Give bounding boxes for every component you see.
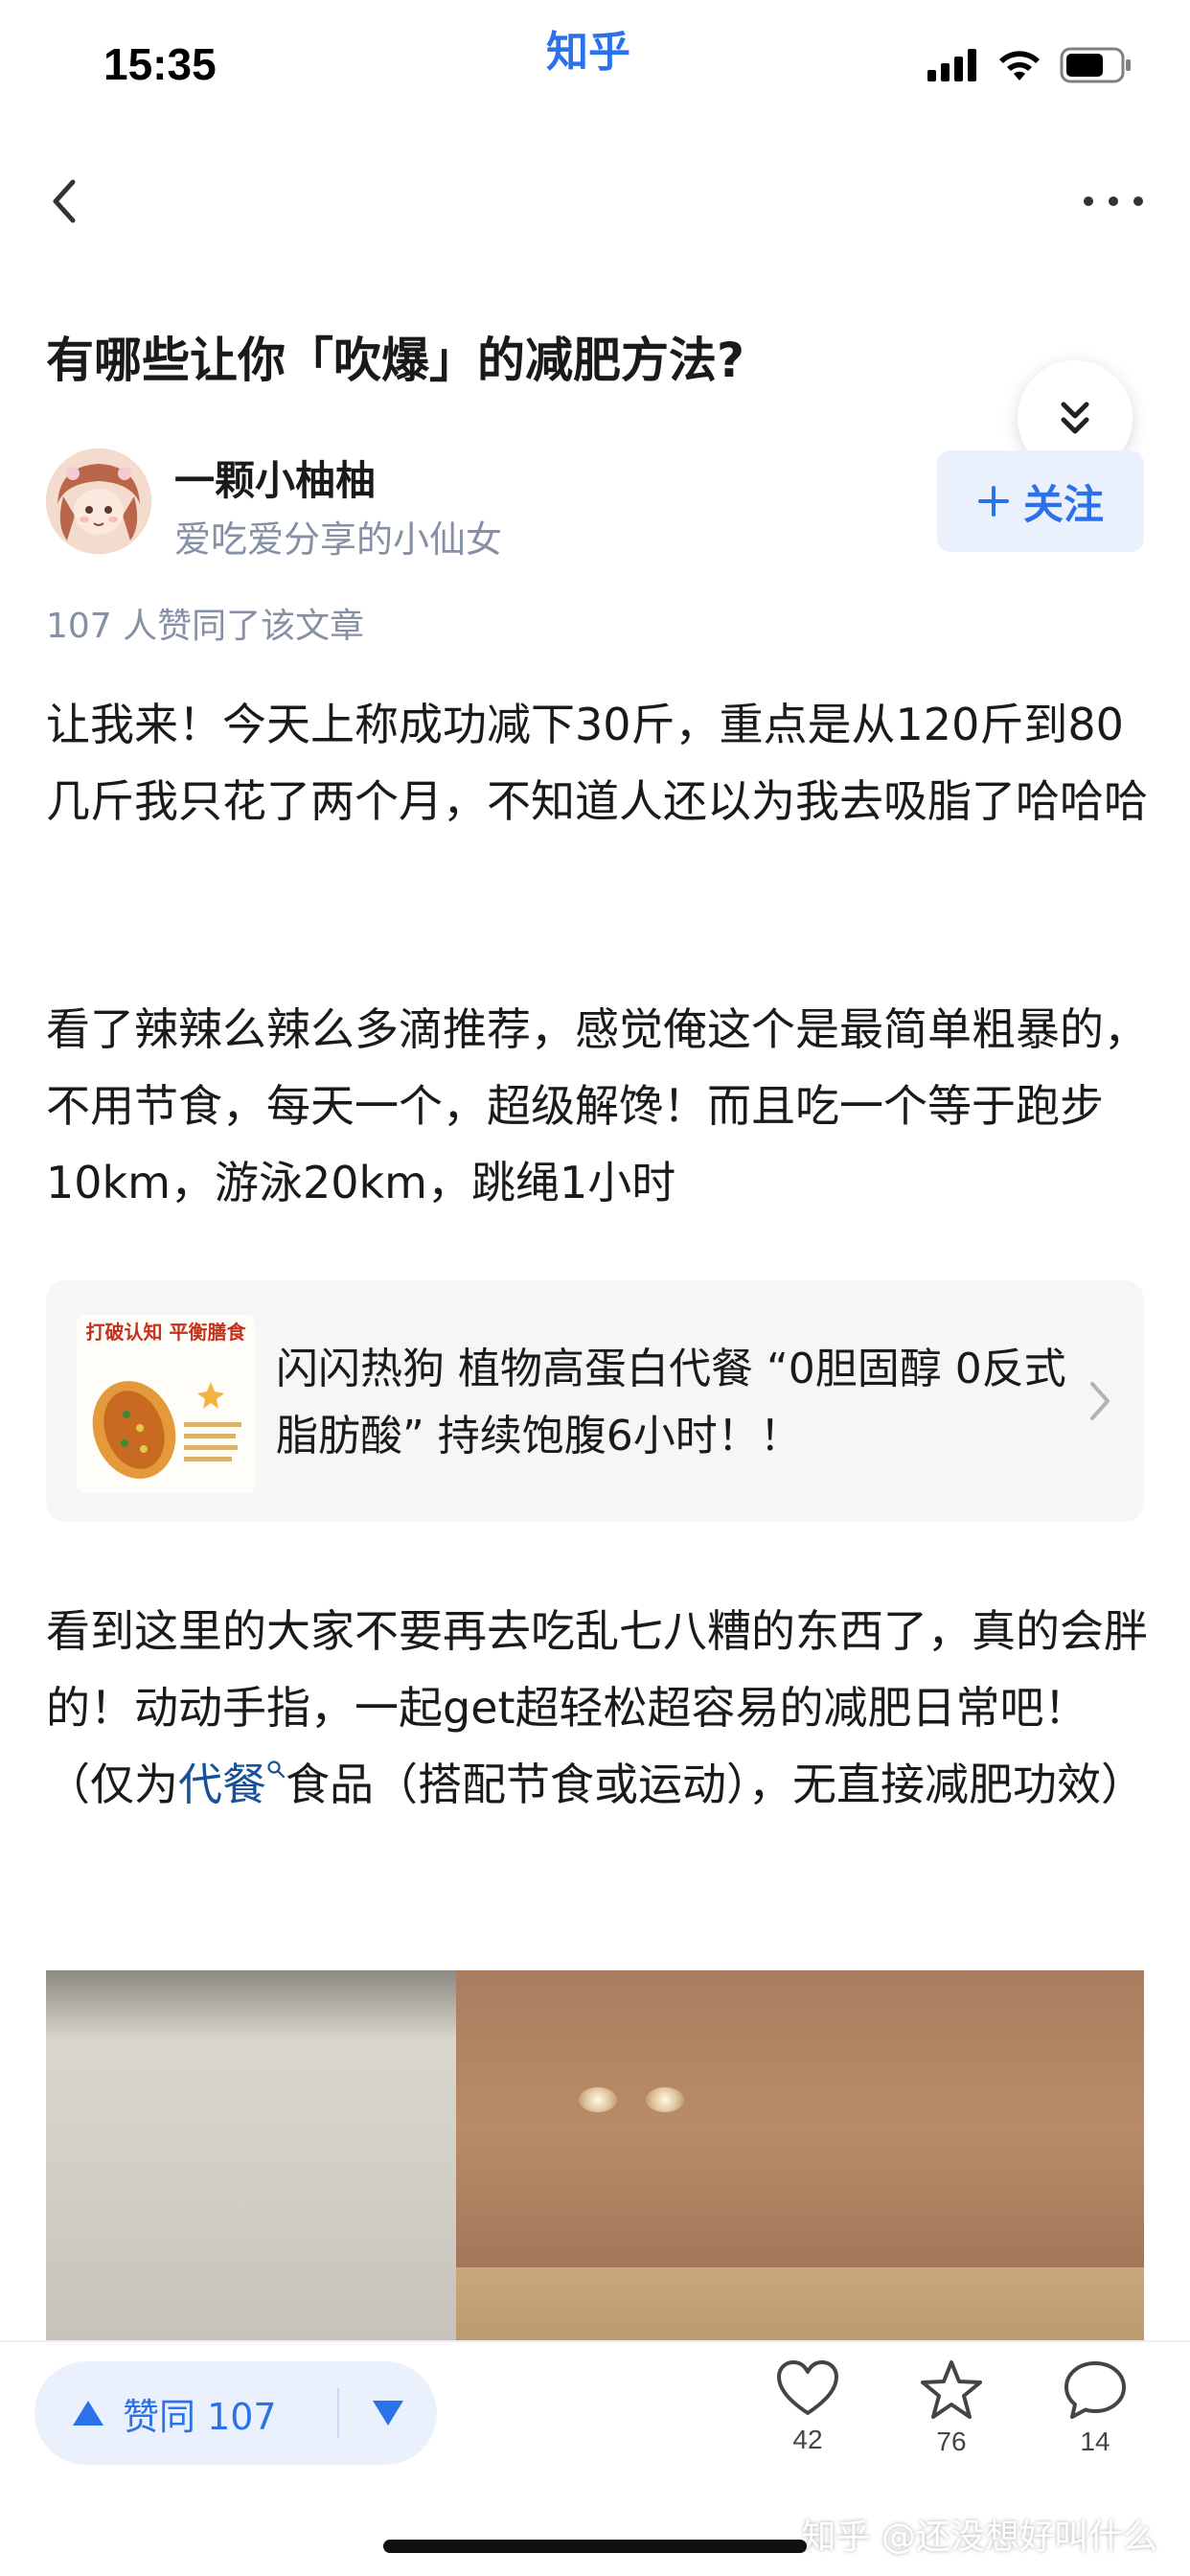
content-paragraph: 看到这里的大家不要再去吃乱七八糟的东西了，真的会胖的！动动手指，一起get超轻松… — [46, 1593, 1148, 1823]
wifi-icon — [999, 51, 1040, 80]
more-icon — [1084, 196, 1143, 206]
content-paragraph: 让我来！今天上称成功减下30斤，重点是从120斤到80几斤我只花了两个月，不知道… — [46, 699, 1148, 827]
follow-label: 关注 — [1022, 480, 1104, 528]
watermark: 知乎 @还没想好叫什么 — [801, 2518, 1157, 2557]
plus-icon — [977, 486, 1009, 517]
nav-bar — [0, 153, 1190, 249]
like-count: 42 — [792, 2425, 823, 2454]
status-bar: 15:35 知乎 — [0, 0, 1190, 134]
keyword-link[interactable]: 代餐 — [178, 1759, 286, 1810]
question-title[interactable]: 有哪些让你「吹爆」的减肥方法? — [46, 326, 1004, 395]
content-photo[interactable] — [46, 1970, 1144, 2363]
double-chevron-down-icon — [1061, 402, 1089, 434]
search-icon — [267, 1760, 286, 1779]
keyword-link-text: 代餐 — [178, 1759, 266, 1810]
back-button[interactable] — [38, 172, 96, 230]
avatar-illustration — [46, 448, 151, 554]
comment-count: 14 — [1080, 2426, 1110, 2456]
status-time: 15:35 — [103, 39, 217, 89]
like-button[interactable]: 42 — [755, 2359, 860, 2503]
author-bio: 爱吃爱分享的小仙女 — [174, 518, 503, 561]
author-avatar[interactable] — [46, 448, 151, 554]
upvote-button[interactable]: 赞同 107 — [34, 2361, 332, 2465]
home-indicator[interactable] — [383, 2540, 807, 2553]
hotdog-product-image — [92, 1381, 241, 1479]
signal-icon — [927, 49, 976, 81]
content-paragraph: 看了辣辣么辣么多滴推荐，感觉俺这个是最简单粗暴的，不用节食，每天一个，超级解馋！… — [46, 1003, 1148, 1208]
heart-icon — [777, 2360, 838, 2415]
back-arrow-icon — [53, 179, 76, 223]
follow-button[interactable]: 关注 — [937, 450, 1144, 552]
author-name[interactable]: 一颗小柚柚 — [174, 448, 376, 507]
downvote-button[interactable] — [339, 2361, 437, 2465]
status-app-name: 知乎 — [546, 28, 630, 77]
photo-light-spot — [579, 2087, 617, 2112]
chevron-right-icon — [1090, 1382, 1110, 1420]
favorite-count: 76 — [936, 2426, 967, 2456]
vote-summary: 107 人赞同了该文章 — [46, 607, 365, 646]
product-thumbnail: 打破认知 平衡膳食 — [77, 1315, 255, 1493]
battery-icon — [1060, 47, 1131, 83]
photo-wall-area — [46, 1970, 456, 2363]
downvote-triangle-icon — [373, 2401, 403, 2426]
product-card[interactable]: 打破认知 平衡膳食 闪闪热狗 植物高蛋白代餐 “0胆固醇 0反式脂肪酸” 持续饱… — [46, 1280, 1144, 1522]
comment-button[interactable]: 14 — [1042, 2359, 1148, 2503]
photo-light-spot — [646, 2087, 684, 2112]
comment-bubble-icon — [1064, 2361, 1126, 2419]
star-icon — [921, 2360, 982, 2419]
favorite-button[interactable]: 76 — [899, 2359, 1004, 2503]
more-button[interactable] — [1075, 172, 1152, 230]
status-icons — [927, 44, 1133, 86]
upvote-label: 赞同 107 — [123, 2395, 277, 2438]
paragraph-text: 食品（搭配节食或运动），无直接减肥功效） — [286, 1759, 1145, 1810]
upvote-triangle-icon — [73, 2401, 103, 2426]
product-card-title: 闪闪热狗 植物高蛋白代餐 “0胆固醇 0反式脂肪酸” 持续饱腹6小时！！ — [276, 1345, 1066, 1460]
vote-pill: 赞同 107 — [34, 2361, 437, 2465]
